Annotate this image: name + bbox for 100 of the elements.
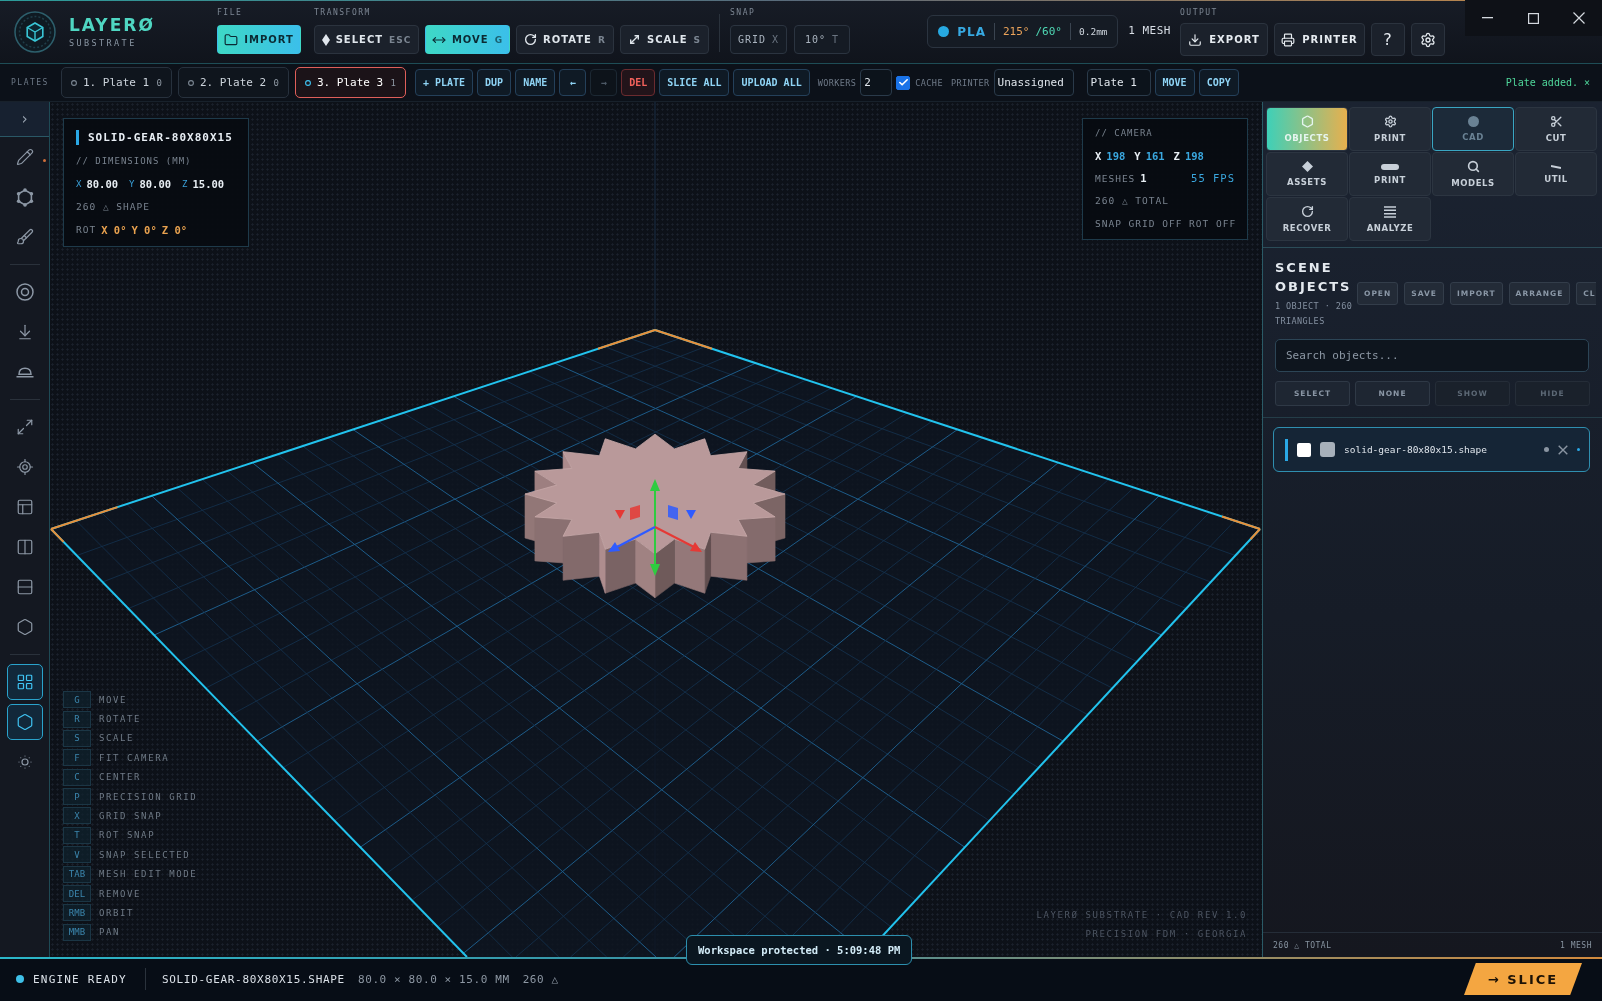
mode-tab[interactable]: ASSETS [1266, 152, 1348, 196]
plate-tab[interactable]: 1. Plate 1 0 [60, 67, 172, 98]
rotation-label: ROT [76, 224, 97, 235]
gear-icon [1383, 115, 1397, 128]
hexagon-icon [15, 713, 34, 731]
meshes-value: 1 [1140, 172, 1147, 185]
axis-label: Z [182, 178, 188, 189]
shortcut-label: ROT SNAP [99, 830, 156, 841]
printer-icon [1281, 32, 1296, 47]
sidebar-tool[interactable] [6, 704, 43, 740]
shortcut-label: SCALE [99, 733, 135, 744]
input-field[interactable]: Unassigned [993, 69, 1074, 96]
mode-tab[interactable]: UTIL [1515, 152, 1597, 196]
workers-label: WORKERS [817, 77, 857, 88]
logo-icon [14, 10, 56, 53]
key-cap: TAB [63, 865, 91, 883]
pencil-icon [15, 148, 34, 166]
circle-icon [1467, 116, 1479, 127]
shortcut-label: GRID SNAP [99, 810, 163, 821]
triangle-total: 260 △ TOTAL [1273, 940, 1332, 950]
circle-icon [187, 79, 194, 86]
caption-text: LAYERØ SUBSTRATE · CAD REV 1.0 [1036, 909, 1247, 922]
mode-tab[interactable]: CUT [1515, 107, 1597, 151]
plate-action-button[interactable]: COPY [1198, 69, 1239, 96]
plate-action-button[interactable]: UPLOAD ALL [733, 69, 810, 96]
circle-icon [304, 79, 311, 86]
triangle-count: 260 △ TOTAL [1095, 195, 1169, 207]
check-icon [897, 77, 909, 88]
shortcut-label: CENTER [99, 772, 142, 783]
search-field[interactable]: Search objects... [1275, 339, 1589, 372]
search-icon [1466, 160, 1480, 173]
key-cap: S [63, 729, 91, 747]
mode-tab[interactable]: MODELS [1432, 152, 1514, 196]
notice-text: Plate added. [1505, 77, 1578, 88]
mesh-count: 1 MESH [1128, 25, 1171, 37]
tool-button[interactable]: ROTATE R [516, 25, 614, 54]
dot-icon [1544, 447, 1549, 452]
key-cap: DEL [63, 885, 91, 902]
import-button[interactable]: IMPORT [217, 25, 301, 54]
axis-label: X [76, 178, 82, 189]
plate-tab[interactable]: 3. Plate 3 1 [294, 67, 406, 98]
shortcut-label: FIT CAMERA [99, 752, 170, 763]
mode-tab[interactable]: RECOVER [1266, 197, 1348, 241]
plate-action-button[interactable]: NAME [515, 69, 556, 96]
sidebar-tool[interactable] [6, 664, 43, 700]
expand-button[interactable]: › [0, 102, 49, 137]
shortcut-label: PRECISION GRID [99, 791, 198, 802]
mode-tab[interactable]: PRINT [1349, 107, 1431, 151]
diagonal-arrow-icon [628, 33, 641, 46]
plate-action-button[interactable]: MOVE [1154, 69, 1195, 96]
key-cap: MMB [63, 923, 91, 941]
axis-label: Y [1134, 149, 1141, 162]
toast-message: Workspace protected · 5:09:48 PM [686, 935, 913, 965]
toolbar-button[interactable]: PRINTER [1274, 23, 1365, 56]
dome-icon [15, 366, 34, 378]
group-label: FILE [217, 8, 244, 18]
slice-button[interactable]: → SLICE [1464, 963, 1582, 995]
app-subtitle: SUBSTRATE [69, 37, 138, 48]
remove-button[interactable] [1558, 444, 1568, 455]
input-field[interactable]: 2 [860, 69, 893, 96]
checkbox[interactable] [1297, 442, 1311, 457]
tool-button[interactable]: MOVE G [425, 25, 510, 54]
triangle-count: 260 △ [522, 972, 559, 986]
shortcut-label: ORBIT [99, 907, 135, 918]
key-cap: R [63, 710, 91, 728]
group-label: TRANSFORM [314, 8, 372, 18]
plate-action-button[interactable]: ← [559, 69, 587, 96]
plate-action-button[interactable]: + PLATE [414, 69, 474, 96]
input-field[interactable]: Plate 1 [1086, 69, 1151, 96]
shortcut-label: ROTATE [99, 714, 142, 724]
minimize-icon [1482, 17, 1494, 19]
mode-tab[interactable]: ANALYZE [1349, 197, 1431, 241]
rotate-icon [524, 33, 538, 46]
plate-action-button[interactable]: DEL [621, 69, 656, 96]
checkbox[interactable] [896, 75, 911, 90]
tool-button[interactable]: SELECT ESC [314, 25, 419, 54]
group-label: OUTPUT [1180, 8, 1219, 18]
object-list-item[interactable]: solid-gear-80x80x15.shape [1273, 427, 1590, 472]
mode-tab[interactable]: CAD [1432, 107, 1514, 151]
group-label: SNAP [730, 8, 757, 18]
snap-toggle[interactable]: GRID X [730, 25, 787, 54]
toolbar-button[interactable]: EXPORT [1180, 23, 1268, 56]
object-name: solid-gear-80x80x15.shape [1344, 444, 1487, 455]
maximize-icon [1528, 12, 1539, 24]
snap-toggle[interactable]: 10° T [794, 25, 850, 54]
tool-button[interactable]: SCALE S [620, 25, 709, 54]
plate-tab[interactable]: 2. Plate 2 0 [177, 67, 289, 98]
axis-label: Z [1173, 149, 1180, 162]
object-name: SOLID-GEAR-80X80X15 [88, 131, 233, 144]
plate-action-button[interactable]: DUP [477, 69, 512, 96]
close-button[interactable]: × [1583, 77, 1590, 88]
hexagon-nodes-icon [15, 187, 34, 207]
settings-button[interactable] [1411, 23, 1445, 56]
plate-action-button[interactable]: SLICE ALL [659, 69, 730, 96]
mode-tab[interactable]: PRINT [1349, 152, 1431, 196]
circle-icon [70, 79, 77, 86]
key-cap: V [63, 846, 91, 864]
section-title: SCENE OBJECTS [1275, 259, 1353, 296]
help-button[interactable]: ? [1371, 23, 1405, 56]
key-cap: C [63, 768, 91, 786]
